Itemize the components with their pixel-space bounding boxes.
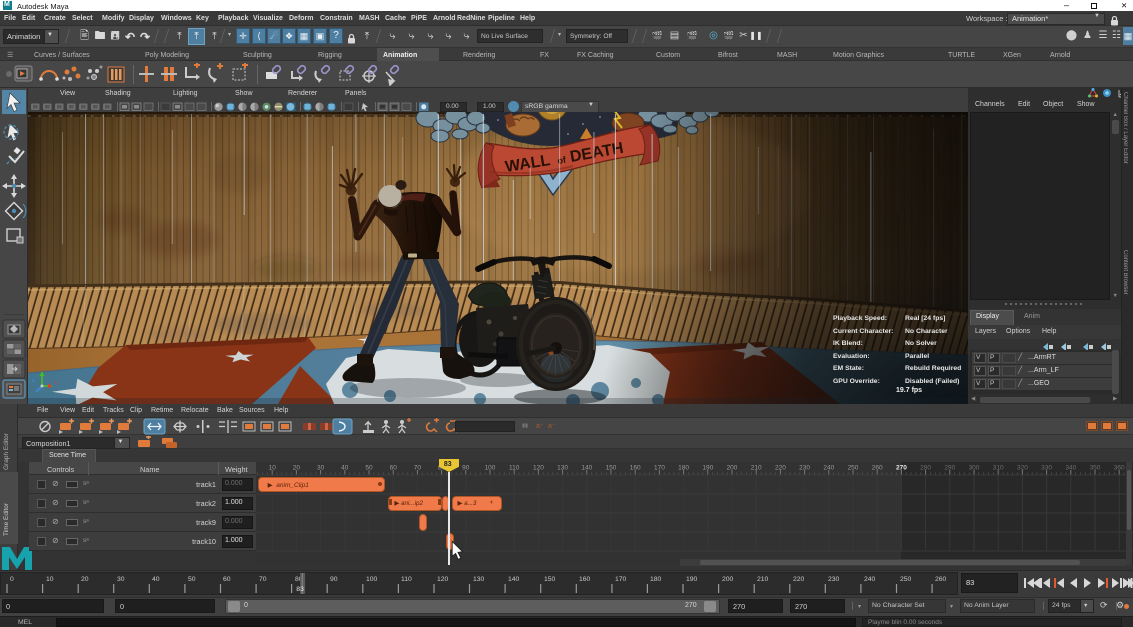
svg-text:210: 210 [751,465,762,472]
svg-text:110: 110 [509,465,520,472]
svg-text:10: 10 [46,576,54,583]
svg-text:83: 83 [296,586,304,593]
svg-text:150: 150 [544,576,556,583]
svg-text:190: 190 [686,576,698,583]
svg-text:300: 300 [969,465,980,472]
svg-text:30: 30 [317,465,325,472]
svg-text:160: 160 [579,576,591,583]
svg-text:270: 270 [896,465,907,472]
svg-text:170: 170 [654,465,665,472]
svg-text:50: 50 [365,465,373,472]
svg-text:60: 60 [390,465,398,472]
svg-text:120: 120 [437,576,449,583]
svg-text:230: 230 [799,465,810,472]
svg-text:20: 20 [81,576,89,583]
svg-text:10: 10 [269,465,277,472]
svg-text:170: 170 [615,576,627,583]
svg-text:250: 250 [900,576,912,583]
svg-text:20: 20 [293,465,301,472]
svg-text:150: 150 [606,465,617,472]
svg-text:160: 160 [630,465,641,472]
svg-text:200: 200 [722,576,734,583]
svg-text:230: 230 [828,576,840,583]
svg-text:310: 310 [993,465,1004,472]
svg-text:140: 140 [581,465,592,472]
svg-text:190: 190 [702,465,713,472]
svg-text:50: 50 [188,576,196,583]
svg-text:350: 350 [1090,465,1101,472]
svg-text:360: 360 [1114,465,1125,472]
svg-text:70: 70 [259,576,267,583]
svg-text:200: 200 [727,465,738,472]
svg-text:30: 30 [117,576,125,583]
svg-text:280: 280 [920,465,931,472]
svg-text:220: 220 [775,465,786,472]
svg-text:290: 290 [944,465,955,472]
svg-text:100: 100 [485,465,496,472]
svg-text:210: 210 [757,576,769,583]
svg-text:120: 120 [533,465,544,472]
svg-text:240: 240 [864,576,876,583]
svg-text:180: 180 [650,576,662,583]
svg-text:40: 40 [152,576,160,583]
svg-text:180: 180 [678,465,689,472]
svg-text:140: 140 [508,576,520,583]
svg-text:110: 110 [401,576,412,583]
svg-text:250: 250 [848,465,859,472]
svg-text:100: 100 [366,576,378,583]
svg-text:130: 130 [557,465,568,472]
svg-text:130: 130 [473,576,485,583]
svg-text:330: 330 [1041,465,1052,472]
svg-text:340: 340 [1065,465,1076,472]
svg-text:320: 320 [1017,465,1028,472]
svg-text:90: 90 [330,576,338,583]
svg-text:90: 90 [462,465,470,472]
svg-text:240: 240 [823,465,834,472]
svg-text:70: 70 [414,465,422,472]
svg-text:0: 0 [10,576,14,583]
svg-text:40: 40 [341,465,349,472]
svg-text:60: 60 [223,576,231,583]
svg-text:220: 220 [793,576,805,583]
svg-text:260: 260 [935,576,947,583]
svg-text:260: 260 [872,465,883,472]
